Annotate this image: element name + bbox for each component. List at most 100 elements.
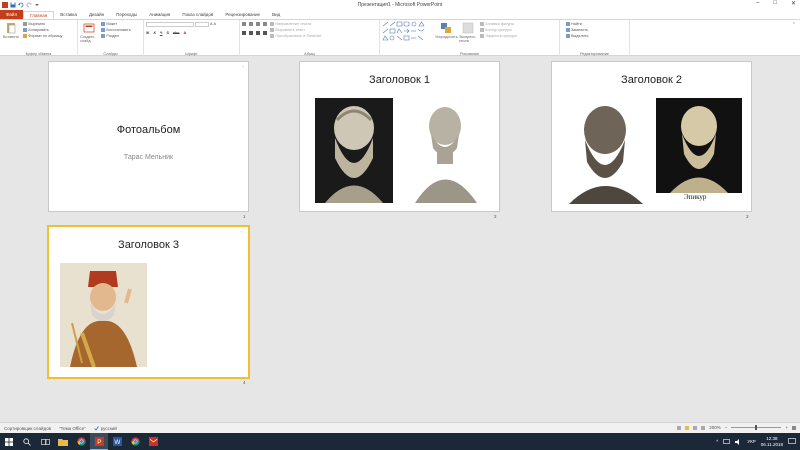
strikethrough-icon[interactable]: abc (173, 31, 180, 35)
task-view-button[interactable] (36, 433, 54, 450)
align-right-icon[interactable] (256, 31, 260, 35)
tab-insert[interactable]: Вставка (54, 11, 83, 19)
search-button[interactable] (18, 433, 36, 450)
underline-icon[interactable]: Ч (160, 31, 163, 35)
tab-home[interactable]: Главная (23, 11, 55, 19)
font-name-box[interactable] (146, 21, 194, 27)
start-button[interactable] (0, 433, 18, 450)
reading-view-icon[interactable] (693, 425, 698, 430)
section-label: Раздел (106, 34, 119, 38)
shape-effects-button[interactable]: Эффекты фигуры (480, 33, 517, 39)
zoom-level[interactable]: 200% (709, 425, 721, 430)
align-left-icon[interactable] (242, 31, 246, 35)
select-button[interactable]: Выделить (566, 33, 589, 39)
font-size-box[interactable] (195, 21, 209, 27)
slide-subtitle: Тарас Мельник (123, 154, 174, 161)
arrange-label: Упорядочить (435, 35, 458, 39)
editing-group: Найти Заменить Выделить Редактирование (560, 20, 630, 56)
increase-indent-icon[interactable] (263, 22, 267, 26)
quick-styles-button[interactable]: Экспресс-стили (459, 22, 477, 43)
align-text-icon (270, 28, 275, 32)
chrome-icon (76, 437, 86, 446)
slide-thumbnail-3[interactable]: Заголовок 2 Эпикур (551, 61, 752, 212)
layout-label: Макет (106, 22, 118, 26)
convert-smartart-button[interactable]: Преобразовать в SmartArt (270, 33, 321, 39)
cut-icon (23, 22, 28, 26)
bullets-icon[interactable] (242, 22, 246, 26)
tab-view[interactable]: Вид (266, 11, 286, 19)
quick-styles-label: Экспресс-стили (458, 35, 477, 43)
window-controls: – □ ✕ (756, 0, 796, 7)
paste-icon (7, 23, 16, 34)
close-button[interactable]: ✕ (791, 0, 796, 7)
mail-app-icon (148, 437, 158, 446)
theme-name[interactable]: "Тема Office" (59, 426, 86, 431)
network-icon[interactable] (723, 438, 731, 445)
taskbar-chrome-2[interactable] (126, 433, 144, 450)
spellcheck-icon[interactable] (93, 426, 99, 431)
show-hidden-icons[interactable]: ^ (716, 439, 718, 444)
language-indicator[interactable]: русский (101, 426, 117, 431)
numbering-icon[interactable] (249, 22, 253, 26)
shapes-gallery[interactable] (382, 21, 434, 43)
grow-font-icon[interactable]: A (210, 22, 213, 26)
system-tray: ^ УКР 12:38 06.11.2018 (716, 433, 796, 450)
justify-icon[interactable] (263, 31, 267, 35)
copy-label: Копировать (28, 28, 49, 32)
clock[interactable]: 12:38 06.11.2018 (761, 436, 783, 448)
task-view-icon (40, 438, 50, 445)
view-indicator: Сортировщик слайдов (4, 426, 51, 431)
tab-design[interactable]: Дизайн (83, 11, 110, 19)
tab-transitions[interactable]: Переходы (110, 11, 143, 19)
cut-label: Вырезать (28, 22, 46, 26)
normal-view-icon[interactable] (677, 425, 682, 430)
language-tray[interactable]: УКР (747, 439, 755, 444)
text-direction-label: Направление текста (275, 22, 312, 26)
slide-thumbnail-2[interactable]: Заголовок 1 (299, 61, 500, 212)
zoom-slider[interactable] (731, 425, 782, 430)
shadow-icon[interactable]: S (166, 31, 169, 35)
zoom-slider-thumb[interactable] (755, 425, 758, 430)
section-button[interactable]: Раздел (101, 33, 130, 39)
fit-to-window-icon[interactable] (792, 425, 796, 430)
minimize-button[interactable]: – (756, 0, 759, 7)
zoom-out-button[interactable]: − (725, 425, 728, 430)
format-painter-button[interactable]: Формат по образцу (23, 33, 62, 39)
volume-icon[interactable] (735, 438, 742, 445)
tab-review[interactable]: Рецензирование (219, 11, 266, 19)
new-slide-button[interactable]: Создать слайд (80, 22, 98, 43)
taskbar-powerpoint[interactable]: P (90, 433, 108, 450)
maximize-button[interactable]: □ (773, 0, 777, 7)
zoom-in-button[interactable]: + (785, 425, 788, 430)
slide-show-view-icon[interactable] (701, 425, 706, 430)
font-group: AA Ж К Ч S abc A Шрифт (144, 20, 240, 56)
text-direction-icon (270, 22, 275, 26)
italic-icon[interactable]: К (153, 31, 155, 35)
find-icon (566, 22, 570, 26)
font-color-icon[interactable]: A (184, 31, 187, 35)
taskbar-explorer[interactable] (54, 433, 72, 450)
format-painter-icon (23, 34, 28, 38)
tab-slide-show[interactable]: Показ слайдов (176, 11, 219, 19)
word-icon: W (112, 437, 122, 446)
shrink-font-icon[interactable]: A (214, 22, 217, 26)
tab-file[interactable]: Файл (0, 10, 24, 19)
slide-number: 4 (243, 380, 246, 385)
slide-thumbnail-1[interactable]: Фотоальбом Тарас Мельник ↑ (48, 61, 249, 212)
notification-icon[interactable] (788, 438, 796, 445)
arrange-button[interactable]: Упорядочить (435, 22, 458, 39)
shape-fill-label: Заливка фигуры (485, 22, 515, 26)
decrease-indent-icon[interactable] (256, 22, 260, 26)
slide-sorter-view-icon[interactable] (685, 425, 690, 430)
paste-button[interactable]: Вставить (2, 22, 20, 39)
collapse-ribbon-icon[interactable]: ⌃ (792, 22, 796, 28)
slide-thumbnail-4[interactable]: Заголовок 3 ↑ (47, 225, 250, 379)
slide-title: Заголовок 1 (369, 74, 430, 86)
taskbar-app[interactable] (144, 433, 162, 450)
tab-animations[interactable]: Анимация (143, 11, 176, 19)
bold-icon[interactable]: Ж (146, 31, 149, 35)
taskbar-word[interactable]: W (108, 433, 126, 450)
taskbar-chrome[interactable] (72, 433, 90, 450)
paste-label: Вставить (2, 35, 20, 39)
align-center-icon[interactable] (249, 31, 253, 35)
